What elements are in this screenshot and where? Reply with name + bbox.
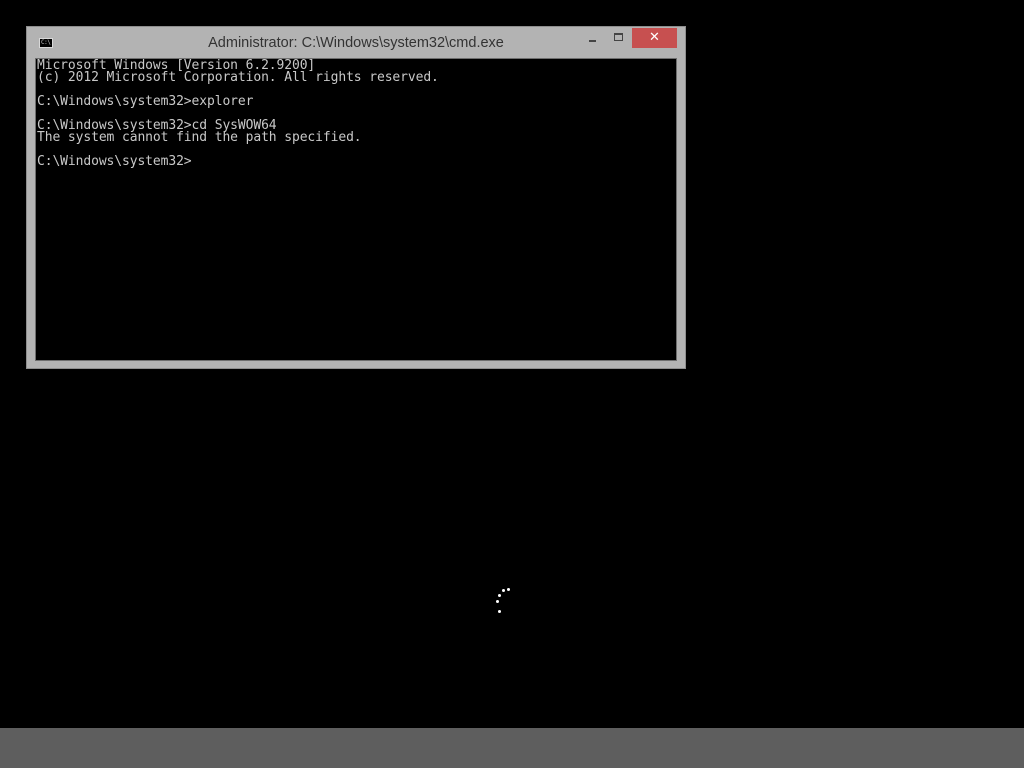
spinner-dot [502,589,505,592]
console-line: The system cannot find the path specifie… [37,130,362,145]
spinner-dot [496,600,499,603]
spinner-dot [507,588,510,591]
taskbar[interactable] [0,728,1024,768]
loading-spinner-icon [488,584,518,618]
console-area[interactable]: Microsoft Windows [Version 6.2.9200] (c)… [35,58,677,361]
console-line: C:\Windows\system32>explorer [37,94,254,109]
maximize-icon [614,33,623,41]
cmd-icon-glyph: C:\ [41,39,51,46]
close-button[interactable]: ✕ [632,28,677,48]
console-prompt[interactable]: C:\Windows\system32> [37,155,439,168]
console-output: Microsoft Windows [Version 6.2.9200] (c)… [37,59,439,168]
console-line: (c) 2012 Microsoft Corporation. All righ… [37,70,439,85]
spinner-dot [498,610,501,613]
cmd-icon[interactable]: C:\ [39,38,53,48]
maximize-button[interactable] [606,28,633,48]
cmd-window[interactable]: C:\ Administrator: C:\Windows\system32\c… [26,26,686,369]
desktop: C:\ Administrator: C:\Windows\system32\c… [0,0,1024,768]
minimize-icon [589,40,596,42]
minimize-button[interactable] [579,28,606,48]
title-bar[interactable]: C:\ Administrator: C:\Windows\system32\c… [27,27,685,58]
close-icon: ✕ [649,30,660,45]
spinner-dot [498,594,501,597]
